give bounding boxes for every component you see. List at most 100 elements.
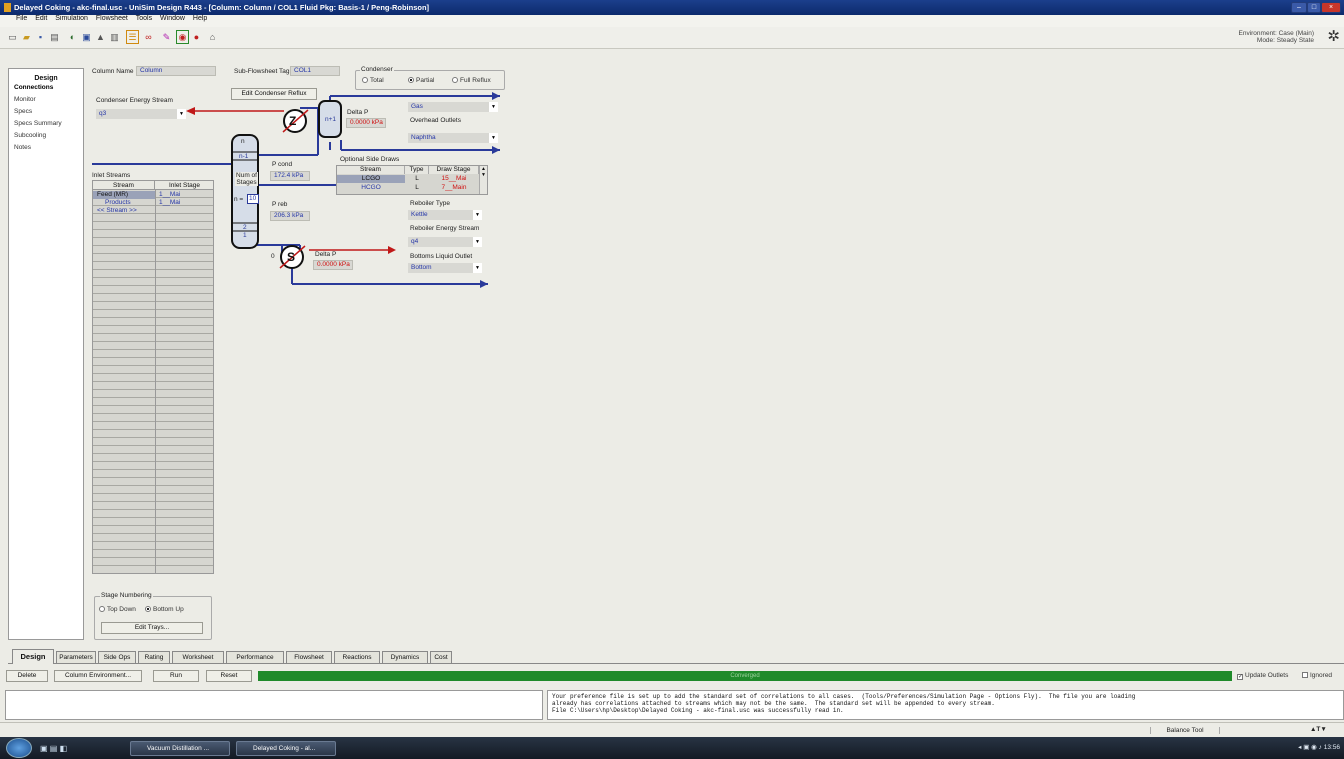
temperature-unit-icon[interactable]: ▲T▼ — [1310, 726, 1327, 733]
column-environment-button[interactable]: Column Environment... — [54, 670, 142, 682]
side-draws-header-stage: Draw Stage — [429, 166, 479, 174]
table-cell[interactable]: Products — [101, 199, 155, 207]
update-outlets-label: Update Outlets — [1245, 672, 1289, 679]
condenser-partial-label: Partial — [416, 77, 435, 84]
vapour-outlet-value: Gas — [411, 103, 423, 110]
condenser-energy-value: q3 — [99, 110, 107, 117]
taskbar-item-vacuum-distillation[interactable]: Vacuum Distillation ... — [130, 741, 230, 756]
delta-p-top-input[interactable]: 0.0000 kPa — [346, 118, 386, 128]
subflowsheet-tag-label: Sub-Flowsheet Tag — [234, 68, 290, 75]
side-draws-table[interactable]: Stream Type Draw Stage LCGO L 15__Mai HC… — [336, 165, 488, 195]
ignored-checkbox[interactable]: Ignored — [1302, 672, 1332, 679]
edit-condenser-reflux-button[interactable]: Edit Condenser Reflux — [231, 88, 317, 100]
condenser-energy-label: Condenser Energy Stream — [96, 97, 173, 104]
delete-button[interactable]: Delete — [6, 670, 48, 682]
tab-performance[interactable]: Performance — [226, 651, 284, 663]
tab-design[interactable]: Design — [12, 649, 54, 664]
p-cond-label: P cond — [272, 161, 293, 168]
table-cell[interactable]: 15__Mai — [429, 175, 479, 183]
reboiler-stage-0: 0 — [271, 253, 275, 260]
condenser-group-label: Condenser — [360, 66, 394, 73]
condenser-total-radio[interactable]: Total — [362, 77, 384, 84]
side-draws-scrollbar[interactable]: ▲ ▼ — [479, 166, 487, 194]
condenser-full-reflux-label: Full Reflux — [460, 77, 491, 84]
column-stage-n-1: n-1 — [239, 153, 249, 160]
reboiler-type-dropdown[interactable]: Kettle ▼ — [408, 210, 482, 220]
chevron-down-icon: ▼ — [489, 133, 498, 143]
delta-p-bottom-label: Delta P — [315, 251, 337, 258]
reboiler-energy-dropdown[interactable]: q4 ▼ — [408, 237, 482, 247]
reboiler-symbol: S — [287, 250, 296, 264]
liquid-outlet-value: Naphtha — [411, 134, 436, 141]
inlet-header-stage: Inlet Stage — [155, 181, 213, 190]
table-cell[interactable]: 7__Main — [429, 184, 479, 192]
vapour-outlet-dropdown[interactable]: Gas ▼ — [408, 102, 498, 112]
tab-side-ops[interactable]: Side Ops — [98, 651, 136, 663]
table-cell[interactable]: << Stream >> — [93, 207, 155, 215]
bottoms-outlet-dropdown[interactable]: Bottom ▼ — [408, 263, 482, 273]
table-cell[interactable]: L — [405, 175, 429, 183]
tab-cost[interactable]: Cost — [430, 651, 452, 663]
update-outlets-checkbox[interactable]: ✓ Update Outlets — [1237, 672, 1288, 680]
trace-log[interactable]: Your preference file is set up to add th… — [547, 690, 1344, 720]
delta-p-top-label: Delta P — [347, 109, 369, 116]
condenser-symbol: Z — [289, 114, 297, 128]
column-name-label: Column Name — [92, 68, 134, 75]
object-status-pane[interactable] — [5, 690, 543, 720]
stage-bottom-up-label: Bottom Up — [153, 606, 184, 613]
num-stages-input[interactable]: 10 — [247, 194, 259, 204]
grid-lines — [93, 190, 213, 573]
table-cell[interactable]: HCGO — [337, 184, 405, 192]
tab-parameters[interactable]: Parameters — [56, 651, 96, 663]
inlet-streams-table[interactable]: Stream Inlet Stage Feed (MR) 1__Mai Prod… — [92, 180, 214, 574]
reboiler-energy-label: Reboiler Energy Stream — [410, 225, 480, 232]
reboiler-type-label: Reboiler Type — [410, 200, 450, 207]
tab-flowsheet[interactable]: Flowsheet — [286, 651, 332, 663]
run-button[interactable]: Run — [153, 670, 199, 682]
tab-rating[interactable]: Rating — [138, 651, 170, 663]
table-cell[interactable]: Feed (MR) — [93, 191, 155, 199]
chevron-down-icon: ▼ — [473, 237, 482, 247]
stage-bottom-up-radio[interactable]: Bottom Up — [145, 606, 184, 613]
balance-tool-label[interactable]: Balance Tool — [1150, 727, 1220, 734]
bottoms-outlet-value: Bottom — [411, 264, 432, 271]
stage-top-down-radio[interactable]: Top Down — [99, 606, 136, 613]
status-bar: Balance Tool ▲T▼ — [0, 722, 1344, 737]
table-cell[interactable]: LCGO — [337, 175, 405, 183]
bottoms-outlet-label: Bottoms Liquid Outlet — [410, 253, 473, 260]
clock[interactable]: 13:56 — [1324, 744, 1340, 751]
subflowsheet-tag-input[interactable]: COL1 — [290, 66, 340, 76]
table-cell[interactable]: 1__Mai — [155, 199, 213, 207]
column-stage-1: 1 — [243, 232, 247, 239]
condenser-partial-radio[interactable]: Partial — [408, 77, 434, 84]
ignored-label: Ignored — [1310, 672, 1333, 679]
column-stage-n: n — [241, 138, 245, 145]
condenser-energy-dropdown[interactable]: q3 ▼ — [96, 109, 186, 119]
condenser-full-reflux-radio[interactable]: Full Reflux — [452, 77, 491, 84]
tab-worksheet[interactable]: Worksheet — [172, 651, 224, 663]
p-cond-input[interactable]: 172.4 kPa — [270, 171, 310, 181]
checkbox-checked-icon: ✓ — [1237, 674, 1244, 680]
taskbar-item-delayed-coking[interactable]: Delayed Coking - al... — [236, 741, 336, 756]
reset-button[interactable]: Reset — [206, 670, 252, 682]
edit-trays-button[interactable]: Edit Trays... — [101, 622, 203, 634]
start-button[interactable] — [6, 738, 32, 758]
column-divider — [155, 190, 156, 573]
quick-launch-icons[interactable]: ▣ ▤ ◧ — [40, 744, 67, 753]
property-tabs: Design Parameters Side Ops Rating Worksh… — [8, 648, 1344, 664]
p-reb-input[interactable]: 206.3 kPa — [270, 211, 310, 221]
table-cell[interactable]: L — [405, 184, 429, 192]
liquid-outlet-dropdown[interactable]: Naphtha ▼ — [408, 133, 498, 143]
delta-p-bottom-input[interactable]: 0.0000 kPa — [313, 260, 353, 270]
inlet-streams-label: Inlet Streams — [92, 172, 131, 179]
side-draws-label: Optional Side Draws — [340, 156, 400, 163]
column-name-input[interactable]: Column — [136, 66, 216, 76]
num-stages-prefix: n = — [234, 196, 244, 203]
table-cell[interactable]: 1__Mai — [155, 191, 213, 199]
p-reb-label: P reb — [272, 201, 288, 208]
tab-dynamics[interactable]: Dynamics — [382, 651, 428, 663]
tab-reactions[interactable]: Reactions — [334, 651, 380, 663]
solver-status-bar: Converged — [258, 671, 1232, 681]
reboiler-type-value: Kettle — [411, 211, 428, 218]
windows-taskbar: ▣ ▤ ◧ Vacuum Distillation ... Delayed Co… — [0, 737, 1344, 759]
